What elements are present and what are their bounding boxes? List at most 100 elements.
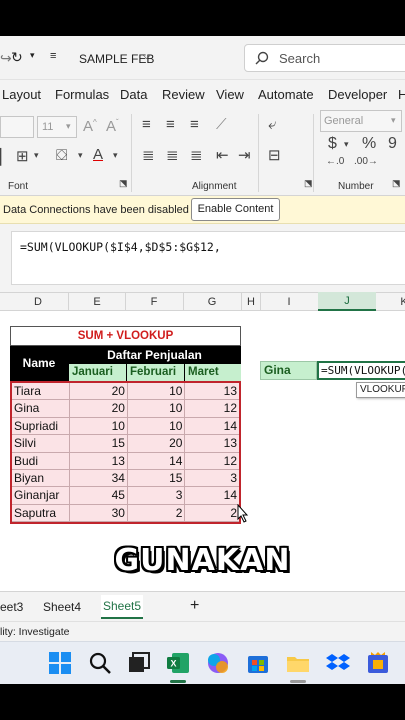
copilot-icon[interactable] — [206, 651, 230, 675]
font-name-box[interactable] — [0, 116, 34, 138]
lookup-name-cell[interactable]: Gina — [260, 361, 317, 380]
sheet-tab-sheet3[interactable]: eet3 — [0, 600, 23, 614]
column-header-g[interactable]: G — [201, 296, 223, 308]
column-divider — [125, 293, 126, 310]
align-top-icon[interactable]: ≡ — [142, 116, 151, 133]
comma-style-icon[interactable]: 9 — [388, 135, 397, 153]
font-size-box[interactable]: 11 ▾ — [37, 116, 77, 138]
redo-icon[interactable]: ↻ — [11, 49, 23, 66]
number-format-box[interactable]: General ▾ — [320, 110, 402, 132]
tab-developer[interactable]: Developer — [328, 87, 387, 102]
search-box[interactable]: Search — [244, 44, 405, 72]
customize-toolbar-icon[interactable]: ≡ — [50, 50, 56, 62]
decrease-decimal-icon[interactable]: .00→ — [354, 156, 378, 167]
align-left-icon[interactable]: ≣ — [142, 146, 155, 164]
accessibility-status[interactable]: lity: Investigate — [0, 626, 69, 638]
active-cell-editor[interactable]: =SUM(VLOOKUP( — [317, 361, 405, 380]
file-name-chevron-icon[interactable]: ⌵ — [143, 51, 151, 62]
table-row[interactable]: Gina 20 10 12 — [12, 400, 239, 418]
formula-text: =SUM(VLOOKUP($I$4,$D$5:$G$12, — [20, 240, 221, 254]
borders-dropdown-icon[interactable]: ▾ — [34, 150, 39, 161]
increase-font-icon[interactable]: A^ — [83, 118, 97, 135]
excel-app-icon[interactable]: X — [166, 651, 190, 675]
currency-icon[interactable]: $ — [328, 135, 337, 153]
tab-automate[interactable]: Automate — [258, 87, 314, 102]
decrease-indent-icon[interactable]: ⇤ — [216, 146, 229, 164]
row-value: 13 — [184, 435, 239, 452]
dropbox-icon[interactable] — [326, 651, 350, 675]
align-right-icon[interactable]: ≣ — [190, 146, 203, 164]
italic-fragment-icon[interactable]: ▏ — [0, 148, 12, 166]
column-header-e[interactable]: E — [86, 296, 108, 308]
enable-content-button[interactable]: Enable Content — [191, 198, 280, 221]
tab-view[interactable]: View — [216, 87, 244, 102]
align-middle-icon[interactable]: ≡ — [166, 116, 175, 133]
tab-review[interactable]: Review — [162, 87, 205, 102]
row-value: 3 — [126, 487, 185, 504]
tab-data[interactable]: Data — [120, 87, 147, 102]
column-header-i[interactable]: I — [278, 296, 300, 308]
redo-dropdown-icon[interactable]: ▾ — [30, 50, 35, 61]
tab-formulas[interactable]: Formulas — [55, 87, 109, 102]
tab-help[interactable]: H — [398, 87, 405, 102]
redo-fragment-icon[interactable]: ↪ — [0, 50, 12, 67]
column-header-d[interactable]: D — [27, 296, 49, 308]
app-launcher-icon[interactable] — [366, 651, 390, 675]
table-row[interactable]: Budi 13 14 12 — [12, 452, 239, 470]
font-launcher-icon[interactable]: ⬔ — [119, 178, 128, 189]
table-row[interactable]: Tiara 20 10 13 — [12, 383, 239, 401]
add-sheet-button[interactable]: + — [190, 597, 199, 615]
font-size-value: 11 — [42, 121, 54, 133]
row-value: 14 — [184, 487, 239, 504]
font-color-dropdown-icon[interactable]: ▾ — [113, 150, 118, 161]
worksheet-grid[interactable]: SUM + VLOOKUP Name Daftar Penjualan Janu… — [0, 311, 405, 591]
sheet-tab-sheet5[interactable]: Sheet5 — [101, 595, 144, 619]
increase-decimal-icon[interactable]: ←.0 — [326, 156, 344, 167]
font-color-icon[interactable]: A — [93, 146, 103, 163]
row-name: Supriadi — [14, 418, 59, 433]
wrap-text-icon[interactable]: ⤶ — [268, 116, 276, 133]
windows-start-icon[interactable] — [48, 651, 72, 675]
increase-indent-icon[interactable]: ⇥ — [238, 146, 251, 164]
align-center-icon[interactable]: ≣ — [166, 146, 179, 164]
file-explorer-icon[interactable] — [286, 651, 310, 675]
number-launcher-icon[interactable]: ⬔ — [392, 178, 401, 189]
table-row[interactable]: Saputra 30 2 2 — [12, 504, 239, 523]
table-row[interactable]: Ginanjar 45 3 14 — [12, 487, 239, 505]
table-row[interactable]: Supriadi 10 10 14 — [12, 417, 239, 436]
merge-center-icon[interactable]: ⊟ — [268, 146, 281, 164]
title-bar: ↪ ↻ ▾ ≡ SAMPLE FEB ⌵ Search — [0, 36, 405, 80]
alignment-launcher-icon[interactable]: ⬔ — [304, 178, 313, 189]
video-letterbox-top — [0, 0, 405, 36]
security-message-bar: Data Connections have been disabled Enab… — [0, 196, 405, 224]
column-header-h[interactable]: H — [240, 296, 262, 308]
column-header-k[interactable]: K — [393, 296, 405, 308]
windows-taskbar: X — [0, 641, 405, 684]
column-header-j[interactable]: J — [318, 292, 376, 311]
row-value: 10 — [126, 383, 185, 400]
row-value: 10 — [69, 417, 127, 435]
formula-bar: =SUM(VLOOKUP($I$4,$D$5:$G$12, — [0, 224, 405, 292]
currency-dropdown-icon[interactable]: ▾ — [344, 139, 349, 150]
tab-layout[interactable]: Layout — [2, 87, 41, 102]
decrease-font-icon[interactable]: Aˇ — [106, 118, 119, 135]
table-row[interactable]: Biyan 34 15 3 — [12, 469, 239, 488]
orientation-icon[interactable]: ⟋ — [216, 116, 227, 133]
microsoft-store-icon[interactable] — [246, 651, 270, 675]
row-value: 10 — [126, 400, 185, 417]
function-tooltip[interactable]: VLOOKUP — [356, 382, 405, 398]
fill-dropdown-icon[interactable]: ▾ — [78, 150, 83, 161]
borders-icon[interactable]: ⊞ — [16, 147, 29, 165]
table-row[interactable]: Silvi 15 20 13 — [12, 435, 239, 453]
row-name: Tiara — [14, 384, 41, 398]
column-header-f[interactable]: F — [143, 296, 165, 308]
percent-icon[interactable]: % — [362, 135, 376, 153]
task-view-icon[interactable] — [127, 651, 151, 675]
row-name: Ginanjar — [14, 488, 60, 503]
formula-input[interactable]: =SUM(VLOOKUP($I$4,$D$5:$G$12, — [11, 231, 405, 285]
search-icon[interactable] — [88, 651, 112, 675]
open-app-indicator — [290, 680, 306, 683]
sheet-tab-sheet4[interactable]: Sheet4 — [43, 600, 81, 614]
fill-color-icon[interactable]: ⛋ — [56, 147, 67, 164]
align-bottom-icon[interactable]: ≡ — [190, 116, 199, 133]
